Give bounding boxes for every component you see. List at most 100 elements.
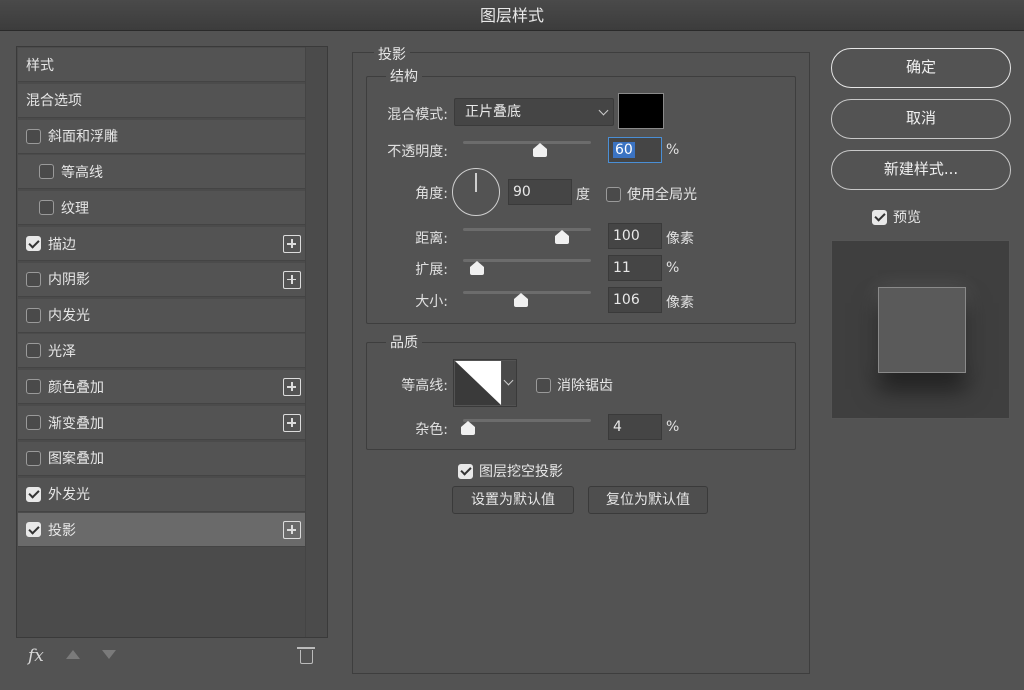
use-global-light-label: 使用全局光 — [627, 187, 697, 203]
add-effect-icon[interactable] — [283, 270, 301, 289]
chevron-down-icon[interactable] — [502, 361, 516, 405]
style-item[interactable]: 内阴影 — [18, 262, 306, 297]
preview-checkbox[interactable]: 预览 — [872, 207, 921, 227]
style-item-label: 混合选项 — [26, 93, 82, 110]
style-preview — [831, 240, 1010, 419]
style-item-checkbox[interactable] — [26, 522, 41, 538]
style-item-checkbox[interactable] — [26, 486, 41, 502]
move-up-icon[interactable] — [66, 650, 80, 659]
anti-alias-label: 消除锯齿 — [557, 378, 613, 394]
distance-label: 距离: — [415, 231, 448, 247]
angle-dial[interactable] — [452, 168, 500, 216]
list-footer: fx — [16, 638, 328, 678]
reset-default-button[interactable]: 复位为默认值 — [588, 486, 708, 514]
preview-label: 预览 — [893, 210, 921, 226]
distance-input[interactable]: 100 — [608, 223, 662, 249]
use-global-light-checkbox[interactable]: 使用全局光 — [606, 184, 697, 204]
angle-unit: 度 — [576, 187, 590, 203]
add-effect-icon[interactable] — [283, 521, 301, 540]
style-item-label: 描边 — [48, 236, 76, 253]
angle-label: 角度: — [415, 186, 448, 202]
style-item[interactable]: 颜色叠加 — [18, 370, 306, 405]
style-item[interactable]: 投影 — [18, 513, 306, 548]
style-item-checkbox[interactable] — [26, 415, 41, 430]
shadow-color-swatch[interactable] — [618, 93, 664, 129]
add-effect-icon[interactable] — [283, 378, 301, 397]
style-item[interactable]: 光泽 — [18, 334, 306, 369]
opacity-slider-track[interactable] — [463, 141, 591, 144]
trash-icon[interactable] — [297, 647, 315, 664]
cancel-button[interactable]: 取消 — [831, 99, 1011, 139]
knockout-box[interactable] — [458, 463, 473, 479]
distance-slider-track[interactable] — [463, 228, 591, 231]
style-item[interactable]: 样式 — [18, 48, 306, 82]
style-item-label: 图案叠加 — [48, 451, 104, 468]
preview-box[interactable] — [872, 209, 887, 225]
noise-input[interactable]: 4 — [608, 414, 662, 440]
style-item[interactable]: 外发光 — [18, 477, 306, 512]
opacity-slider-thumb[interactable] — [532, 143, 547, 157]
style-item[interactable]: 纹理 — [18, 191, 306, 226]
add-effect-icon[interactable] — [283, 235, 301, 253]
noise-slider-track[interactable] — [463, 419, 591, 422]
anti-alias-box[interactable] — [536, 377, 551, 393]
angle-input[interactable]: 90 — [508, 179, 572, 205]
opacity-input[interactable]: 60 — [608, 137, 662, 163]
spread-input[interactable]: 11 — [608, 255, 662, 281]
fx-icon[interactable]: fx — [28, 646, 44, 666]
chevron-down-icon — [598, 105, 609, 116]
style-item-label: 样式 — [26, 57, 54, 74]
spread-label: 扩展: — [415, 262, 448, 278]
style-item-checkbox[interactable] — [26, 307, 41, 323]
window-title: 图层样式 — [0, 0, 1024, 31]
noise-slider-thumb[interactable] — [461, 421, 476, 435]
size-unit: 像素 — [666, 295, 694, 311]
style-item[interactable]: 渐变叠加 — [18, 406, 306, 440]
style-item-checkbox[interactable] — [39, 164, 54, 180]
add-effect-icon[interactable] — [283, 414, 301, 432]
ok-button[interactable]: 确定 — [831, 48, 1011, 88]
distance-unit: 像素 — [666, 231, 694, 247]
style-item-checkbox[interactable] — [26, 343, 41, 359]
spread-slider-thumb[interactable] — [470, 261, 485, 275]
quality-title: 品质 — [386, 332, 422, 352]
size-input[interactable]: 106 — [608, 287, 662, 313]
make-default-button[interactable]: 设置为默认值 — [452, 486, 574, 514]
style-item[interactable]: 内发光 — [18, 298, 306, 333]
style-item-checkbox[interactable] — [26, 128, 41, 144]
knockout-checkbox[interactable]: 图层挖空投影 — [458, 461, 563, 481]
style-item-label: 斜面和浮雕 — [48, 129, 118, 146]
style-item-checkbox[interactable] — [26, 379, 41, 395]
blend-mode-dropdown[interactable]: 正片叠底 — [454, 98, 614, 126]
style-item[interactable]: 斜面和浮雕 — [18, 119, 306, 154]
style-item[interactable]: 图案叠加 — [18, 441, 306, 476]
anti-alias-checkbox[interactable]: 消除锯齿 — [536, 375, 613, 395]
style-item-label: 内阴影 — [48, 272, 90, 289]
style-item-checkbox[interactable] — [39, 200, 54, 216]
list-scrollbar[interactable] — [305, 47, 327, 637]
distance-slider-thumb[interactable] — [554, 230, 569, 244]
styles-list: 样式混合选项斜面和浮雕等高线纹理描边内阴影内发光光泽颜色叠加渐变叠加图案叠加外发… — [16, 46, 328, 638]
use-global-light-box[interactable] — [606, 186, 621, 202]
noise-unit: % — [666, 419, 680, 435]
style-item[interactable]: 描边 — [18, 227, 306, 261]
blend-mode-value: 正片叠底 — [465, 104, 521, 120]
style-item[interactable]: 等高线 — [18, 155, 306, 190]
style-item-checkbox[interactable] — [26, 271, 41, 287]
style-item-checkbox[interactable] — [26, 236, 41, 251]
size-slider-thumb[interactable] — [513, 293, 528, 307]
preview-shape — [878, 287, 966, 373]
style-item-label: 颜色叠加 — [48, 379, 104, 396]
style-item-label: 内发光 — [48, 308, 90, 325]
style-item-label: 纹理 — [61, 200, 89, 217]
spread-unit: % — [666, 260, 680, 276]
style-item-label: 等高线 — [61, 164, 103, 181]
style-item[interactable]: 混合选项 — [18, 83, 306, 118]
contour-picker[interactable] — [453, 359, 517, 407]
style-item-label: 投影 — [48, 522, 76, 539]
move-down-icon[interactable] — [102, 650, 116, 659]
contour-curve-icon — [455, 361, 501, 405]
panel-title: 投影 — [374, 44, 410, 64]
style-item-checkbox[interactable] — [26, 450, 41, 466]
new-style-button[interactable]: 新建样式... — [831, 150, 1011, 190]
